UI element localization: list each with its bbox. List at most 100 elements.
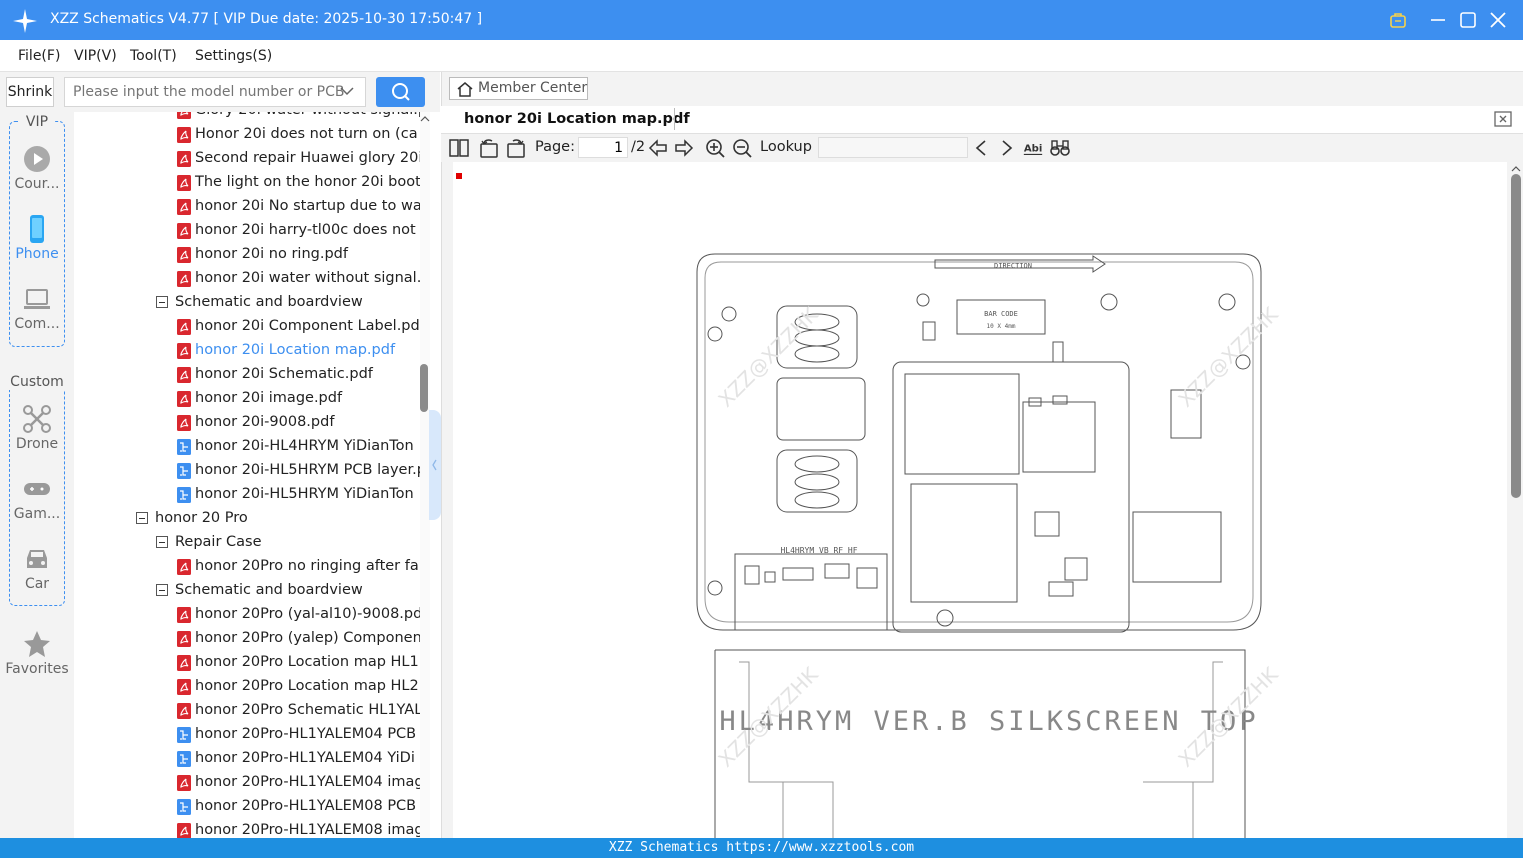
tree-scroll-thumb[interactable]: [420, 364, 428, 412]
search-input[interactable]: [64, 77, 366, 107]
tree-file-item[interactable]: honor 20i-9008.pdf: [74, 410, 420, 434]
close-icon[interactable]: [1487, 9, 1509, 31]
vip-bag-icon[interactable]: [1387, 9, 1409, 31]
match-case-icon[interactable]: Abi: [1022, 137, 1044, 159]
sidebar-item-label: Car: [24, 576, 50, 592]
sidebar-item-car[interactable]: Car: [0, 544, 74, 592]
page-number-input[interactable]: [578, 137, 628, 158]
tree-file-item[interactable]: honor 20i image.pdf: [74, 386, 420, 410]
tree-file-item[interactable]: honor 20Pro-HL1YALEM04 imag: [74, 770, 420, 794]
search-button[interactable]: [376, 77, 425, 107]
chevron-down-icon[interactable]: [340, 86, 354, 96]
rotate-left-icon[interactable]: [478, 137, 500, 159]
tree-file-item[interactable]: honor 20i water without signal.p: [74, 266, 420, 290]
collapse-icon[interactable]: [156, 296, 168, 308]
sidebar-item-label: Drone: [15, 436, 59, 452]
tree-file-item[interactable]: honor 20i no ring.pdf: [74, 242, 420, 266]
menu-vip[interactable]: VIP(V): [74, 48, 117, 64]
zoom-out-icon[interactable]: [731, 137, 753, 159]
tree-file-item[interactable]: honor 20Pro Location map HL1: [74, 650, 420, 674]
sidebar-item-favorites[interactable]: Favorites: [0, 629, 74, 677]
tree-file-item[interactable]: honor 20i-HL5HRYM PCB layer.p: [74, 458, 420, 482]
sidebar-item-phone[interactable]: Phone: [0, 214, 74, 262]
tree-folder[interactable]: Repair Case: [74, 530, 420, 554]
tree-file-item[interactable]: honor 20Pro-HL1YALEM08 imag: [74, 818, 420, 838]
member-center-label: Member Center: [478, 80, 588, 96]
svg-text:Abi: Abi: [1024, 144, 1042, 155]
tree-file-item[interactable]: honor 20Pro (yalep) Componen: [74, 626, 420, 650]
tree-file-item[interactable]: The light on the honor 20i boot: [74, 170, 420, 194]
scroll-up-icon[interactable]: [1509, 164, 1523, 174]
title-bar: XZZ Schematics V4.77 [ VIP Due date: 202…: [0, 0, 1523, 40]
next-page-icon[interactable]: [673, 137, 695, 159]
tree-item-label: honor 20Pro Location map HL1: [195, 654, 419, 670]
tree-folder[interactable]: honor 20 Pro: [74, 506, 420, 530]
collapse-icon[interactable]: [136, 512, 148, 524]
tree-file-item[interactable]: honor 20Pro-HL1YALEM04 PCB: [74, 722, 420, 746]
find-next-icon[interactable]: [996, 137, 1018, 159]
search-icon: [392, 83, 410, 101]
tree-folder[interactable]: Schematic and boardview: [74, 578, 420, 602]
car-icon: [27, 550, 47, 568]
two-page-view-icon[interactable]: [448, 137, 470, 159]
tree-item-label: honor 20i No startup due to wa: [195, 198, 420, 214]
tree-item-label: Repair Case: [175, 534, 262, 550]
sidebar-item-drone[interactable]: Drone: [0, 404, 74, 452]
tree-file-item[interactable]: honor 20i Component Label.pd: [74, 314, 420, 338]
previous-page-icon[interactable]: [647, 137, 669, 159]
tree-file-item[interactable]: honor 20i Schematic.pdf: [74, 362, 420, 386]
tree-item-label: honor 20Pro Schematic HL1YAL: [195, 702, 420, 718]
maximize-icon[interactable]: [1457, 9, 1479, 31]
member-center-button[interactable]: Member Center: [449, 77, 588, 100]
close-all-tabs-icon[interactable]: [1494, 111, 1512, 127]
page-scroll-thumb[interactable]: [1511, 174, 1521, 498]
menu-settings[interactable]: Settings(S): [195, 48, 272, 64]
zoom-in-icon[interactable]: [704, 137, 726, 159]
sidebar-item-label: Com...: [14, 316, 60, 332]
pdf-page[interactable]: DIRECTION BAR CODE 10 X 4mm HL4HRYM VB R…: [453, 162, 1507, 838]
tree-file-item[interactable]: Honor 20i does not turn on (ca: [74, 122, 420, 146]
collapse-icon[interactable]: [156, 536, 168, 548]
tree-item-label: The light on the honor 20i boot: [195, 174, 420, 190]
tree-file-item[interactable]: Second repair Huawei glory 20i: [74, 146, 420, 170]
tree-item-label: honor 20Pro Location map HL2: [195, 678, 419, 694]
category-sidebar: VIP Cour... Phone Com... Custom Drone Ga…: [0, 112, 74, 838]
tree-file-item[interactable]: honor 20i No startup due to wa: [74, 194, 420, 218]
tree-file-item[interactable]: Glory 20i water without signal.p: [74, 112, 420, 122]
tree-file-item[interactable]: honor 20Pro-HL1YALEM04 YiDi: [74, 746, 420, 770]
tree-file-item[interactable]: honor 20Pro (yal-al10)-9008.pd: [74, 602, 420, 626]
rotate-right-icon[interactable]: [505, 137, 527, 159]
tree-file-item[interactable]: honor 20i harry-tl00c does not p: [74, 218, 420, 242]
sidebar-item-label: Favorites: [5, 661, 69, 677]
tree-file-item[interactable]: honor 20Pro-HL1YALEM08 PCB: [74, 794, 420, 818]
home-icon: [457, 82, 473, 97]
minimize-icon[interactable]: [1427, 9, 1449, 31]
tree-file-item[interactable]: honor 20Pro Schematic HL1YAL: [74, 698, 420, 722]
sidebar-item-games[interactable]: Gam...: [0, 474, 74, 522]
menu-file[interactable]: File(F): [18, 48, 60, 64]
tree-folder[interactable]: Schematic and boardview: [74, 290, 420, 314]
gamepad-icon: [24, 483, 50, 495]
sidebar-item-courses[interactable]: Cour...: [0, 144, 74, 192]
tree-item-label: honor 20Pro-HL1YALEM08 imag: [195, 822, 420, 838]
pdf-icon: [177, 607, 191, 623]
sidebar-item-computer[interactable]: Com...: [0, 284, 74, 332]
find-previous-icon[interactable]: [970, 137, 992, 159]
tree-item-label: honor 20i-HL5HRYM PCB layer.p: [195, 462, 420, 478]
star-icon: [24, 631, 50, 657]
boardview-icon: [177, 463, 191, 479]
tree-file-item[interactable]: honor 20i-HL4HRYM YiDianTon: [74, 434, 420, 458]
scroll-up-icon[interactable]: [420, 114, 430, 124]
tab-location-map[interactable]: honor 20i Location map.pdf: [464, 111, 690, 127]
tree-file-item[interactable]: honor 20Pro no ringing after fa: [74, 554, 420, 578]
tree-file-item[interactable]: honor 20Pro Location map HL2: [74, 674, 420, 698]
collapse-panel-handle[interactable]: [429, 410, 441, 520]
collapse-icon[interactable]: [156, 584, 168, 596]
tree-file-item[interactable]: honor 20i-HL5HRYM YiDianTon: [74, 482, 420, 506]
binoculars-icon[interactable]: [1049, 137, 1071, 159]
menu-tool[interactable]: Tool(T): [130, 48, 177, 64]
tree-file-item[interactable]: honor 20i Location map.pdf: [74, 338, 420, 362]
tree-item-label: honor 20Pro-HL1YALEM04 PCB: [195, 726, 417, 742]
shrink-button[interactable]: Shrink: [6, 77, 54, 107]
lookup-input[interactable]: [818, 137, 968, 158]
